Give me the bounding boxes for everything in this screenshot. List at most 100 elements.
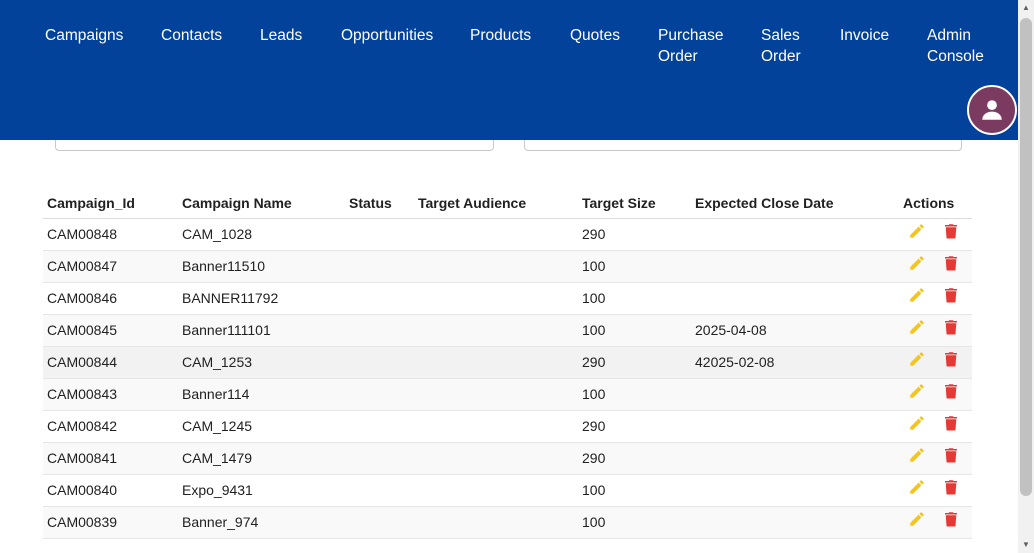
cell-expected-close-date [691,218,899,251]
edit-button[interactable] [906,380,928,402]
nav-admin-console[interactable]: Admin Console [927,25,984,67]
scroll-down-arrow-icon[interactable]: ▼ [1022,541,1030,549]
cell-target-audience [414,314,578,347]
user-avatar-button[interactable] [967,85,1017,135]
cell-campaign-name: CAM_1028 [178,218,345,251]
edit-button[interactable] [906,444,928,466]
row-actions [903,380,972,402]
cell-target-size: 100 [578,506,691,539]
trash-icon [945,352,957,367]
edit-button[interactable] [906,476,928,498]
cell-campaign-id: CAM00839 [43,506,178,539]
cell-status [345,218,414,251]
nav-sales-order-line1: Sales [761,27,800,44]
cell-actions [899,474,972,507]
cell-campaign-id: CAM00841 [43,442,178,475]
cell-actions [899,506,972,539]
nav-leads[interactable]: Leads [260,25,302,46]
nav-products[interactable]: Products [470,25,531,46]
edit-button[interactable] [906,412,928,434]
cell-campaign-name: Banner114 [178,378,345,411]
pencil-icon [910,288,924,302]
cell-actions [899,314,972,347]
table-row[interactable]: CAM00840 Expo_9431 100 [43,474,972,507]
delete-button[interactable] [940,444,962,466]
cell-campaign-name: Expo_9431 [178,474,345,507]
cell-expected-close-date [691,442,899,475]
nav-opportunities[interactable]: Opportunities [341,25,433,46]
scrollbar-thumb[interactable] [1020,18,1032,496]
cell-expected-close-date: 2025-04-08 [691,314,899,347]
table-row[interactable]: CAM00841 CAM_1479 290 [43,442,972,475]
cell-expected-close-date [691,506,899,539]
trash-icon [945,512,957,527]
delete-button[interactable] [940,284,962,306]
row-actions [903,284,972,306]
table-row[interactable]: CAM00847 Banner11510 100 [43,250,972,283]
delete-button[interactable] [940,252,962,274]
delete-button[interactable] [940,508,962,530]
pencil-icon [910,512,924,526]
nav-contacts[interactable]: Contacts [161,25,222,46]
table-row[interactable]: CAM00845 Banner111101 100 2025-04-08 [43,314,972,347]
cell-target-size: 100 [578,474,691,507]
nav-sales-order-line2: Order [761,48,801,65]
cell-target-audience [414,218,578,251]
trash-icon [945,448,957,463]
cell-status [345,346,414,379]
delete-button[interactable] [940,476,962,498]
trash-icon [945,480,957,495]
table-row[interactable]: CAM00843 Banner114 100 [43,378,972,411]
edit-button[interactable] [906,316,928,338]
pencil-icon [910,224,924,238]
table-row[interactable]: CAM00842 CAM_1245 290 [43,410,972,443]
cell-campaign-name: Banner111101 [178,314,345,347]
header-target-size[interactable]: Target Size [578,189,691,219]
pencil-icon [910,416,924,430]
edit-button[interactable] [906,220,928,242]
delete-button[interactable] [940,380,962,402]
edit-button[interactable] [906,252,928,274]
cell-actions [899,378,972,411]
delete-button[interactable] [940,348,962,370]
nav-campaigns[interactable]: Campaigns [45,25,123,46]
row-actions [903,252,972,274]
cell-target-size: 100 [578,250,691,283]
cell-target-size: 100 [578,314,691,347]
nav-quotes[interactable]: Quotes [570,25,620,46]
nav-invoice[interactable]: Invoice [840,25,889,46]
nav-sales-order[interactable]: Sales Order [761,25,801,67]
cell-status [345,378,414,411]
header-campaign-id[interactable]: Campaign_Id [43,189,178,219]
cell-actions [899,442,972,475]
cell-target-audience [414,474,578,507]
header-expected-close-date[interactable]: Expected Close Date [691,189,899,219]
delete-button[interactable] [940,220,962,242]
nav-purchase-order[interactable]: Purchase Order [658,25,723,67]
edit-button[interactable] [906,508,928,530]
cell-expected-close-date [691,410,899,443]
header-status[interactable]: Status [345,189,414,219]
edit-button[interactable] [906,284,928,306]
header-target-audience[interactable]: Target Audience [414,189,578,219]
cell-actions [899,250,972,283]
vertical-scrollbar[interactable]: ▲ ▼ [1018,0,1034,553]
table-row[interactable]: CAM00846 BANNER11792 100 [43,282,972,315]
user-icon [982,100,1002,120]
edit-button[interactable] [906,348,928,370]
header-campaign-name[interactable]: Campaign Name [178,189,345,219]
cell-target-audience [414,250,578,283]
cell-status [345,506,414,539]
scroll-up-arrow-icon[interactable]: ▲ [1022,4,1030,12]
table-body: CAM00848 CAM_1028 290 CAM00847 Banner11510 10… [43,218,972,539]
cell-campaign-id: CAM00844 [43,346,178,379]
table-row[interactable]: CAM00839 Banner_974 100 [43,506,972,539]
trash-icon [945,416,957,431]
table-row[interactable]: CAM00844 CAM_1253 290 42025-02-08 [43,346,972,379]
delete-button[interactable] [940,316,962,338]
cell-campaign-name: BANNER11792 [178,282,345,315]
cell-campaign-id: CAM00847 [43,250,178,283]
table-row[interactable]: CAM00848 CAM_1028 290 [43,218,972,251]
trash-icon [945,384,957,399]
delete-button[interactable] [940,412,962,434]
